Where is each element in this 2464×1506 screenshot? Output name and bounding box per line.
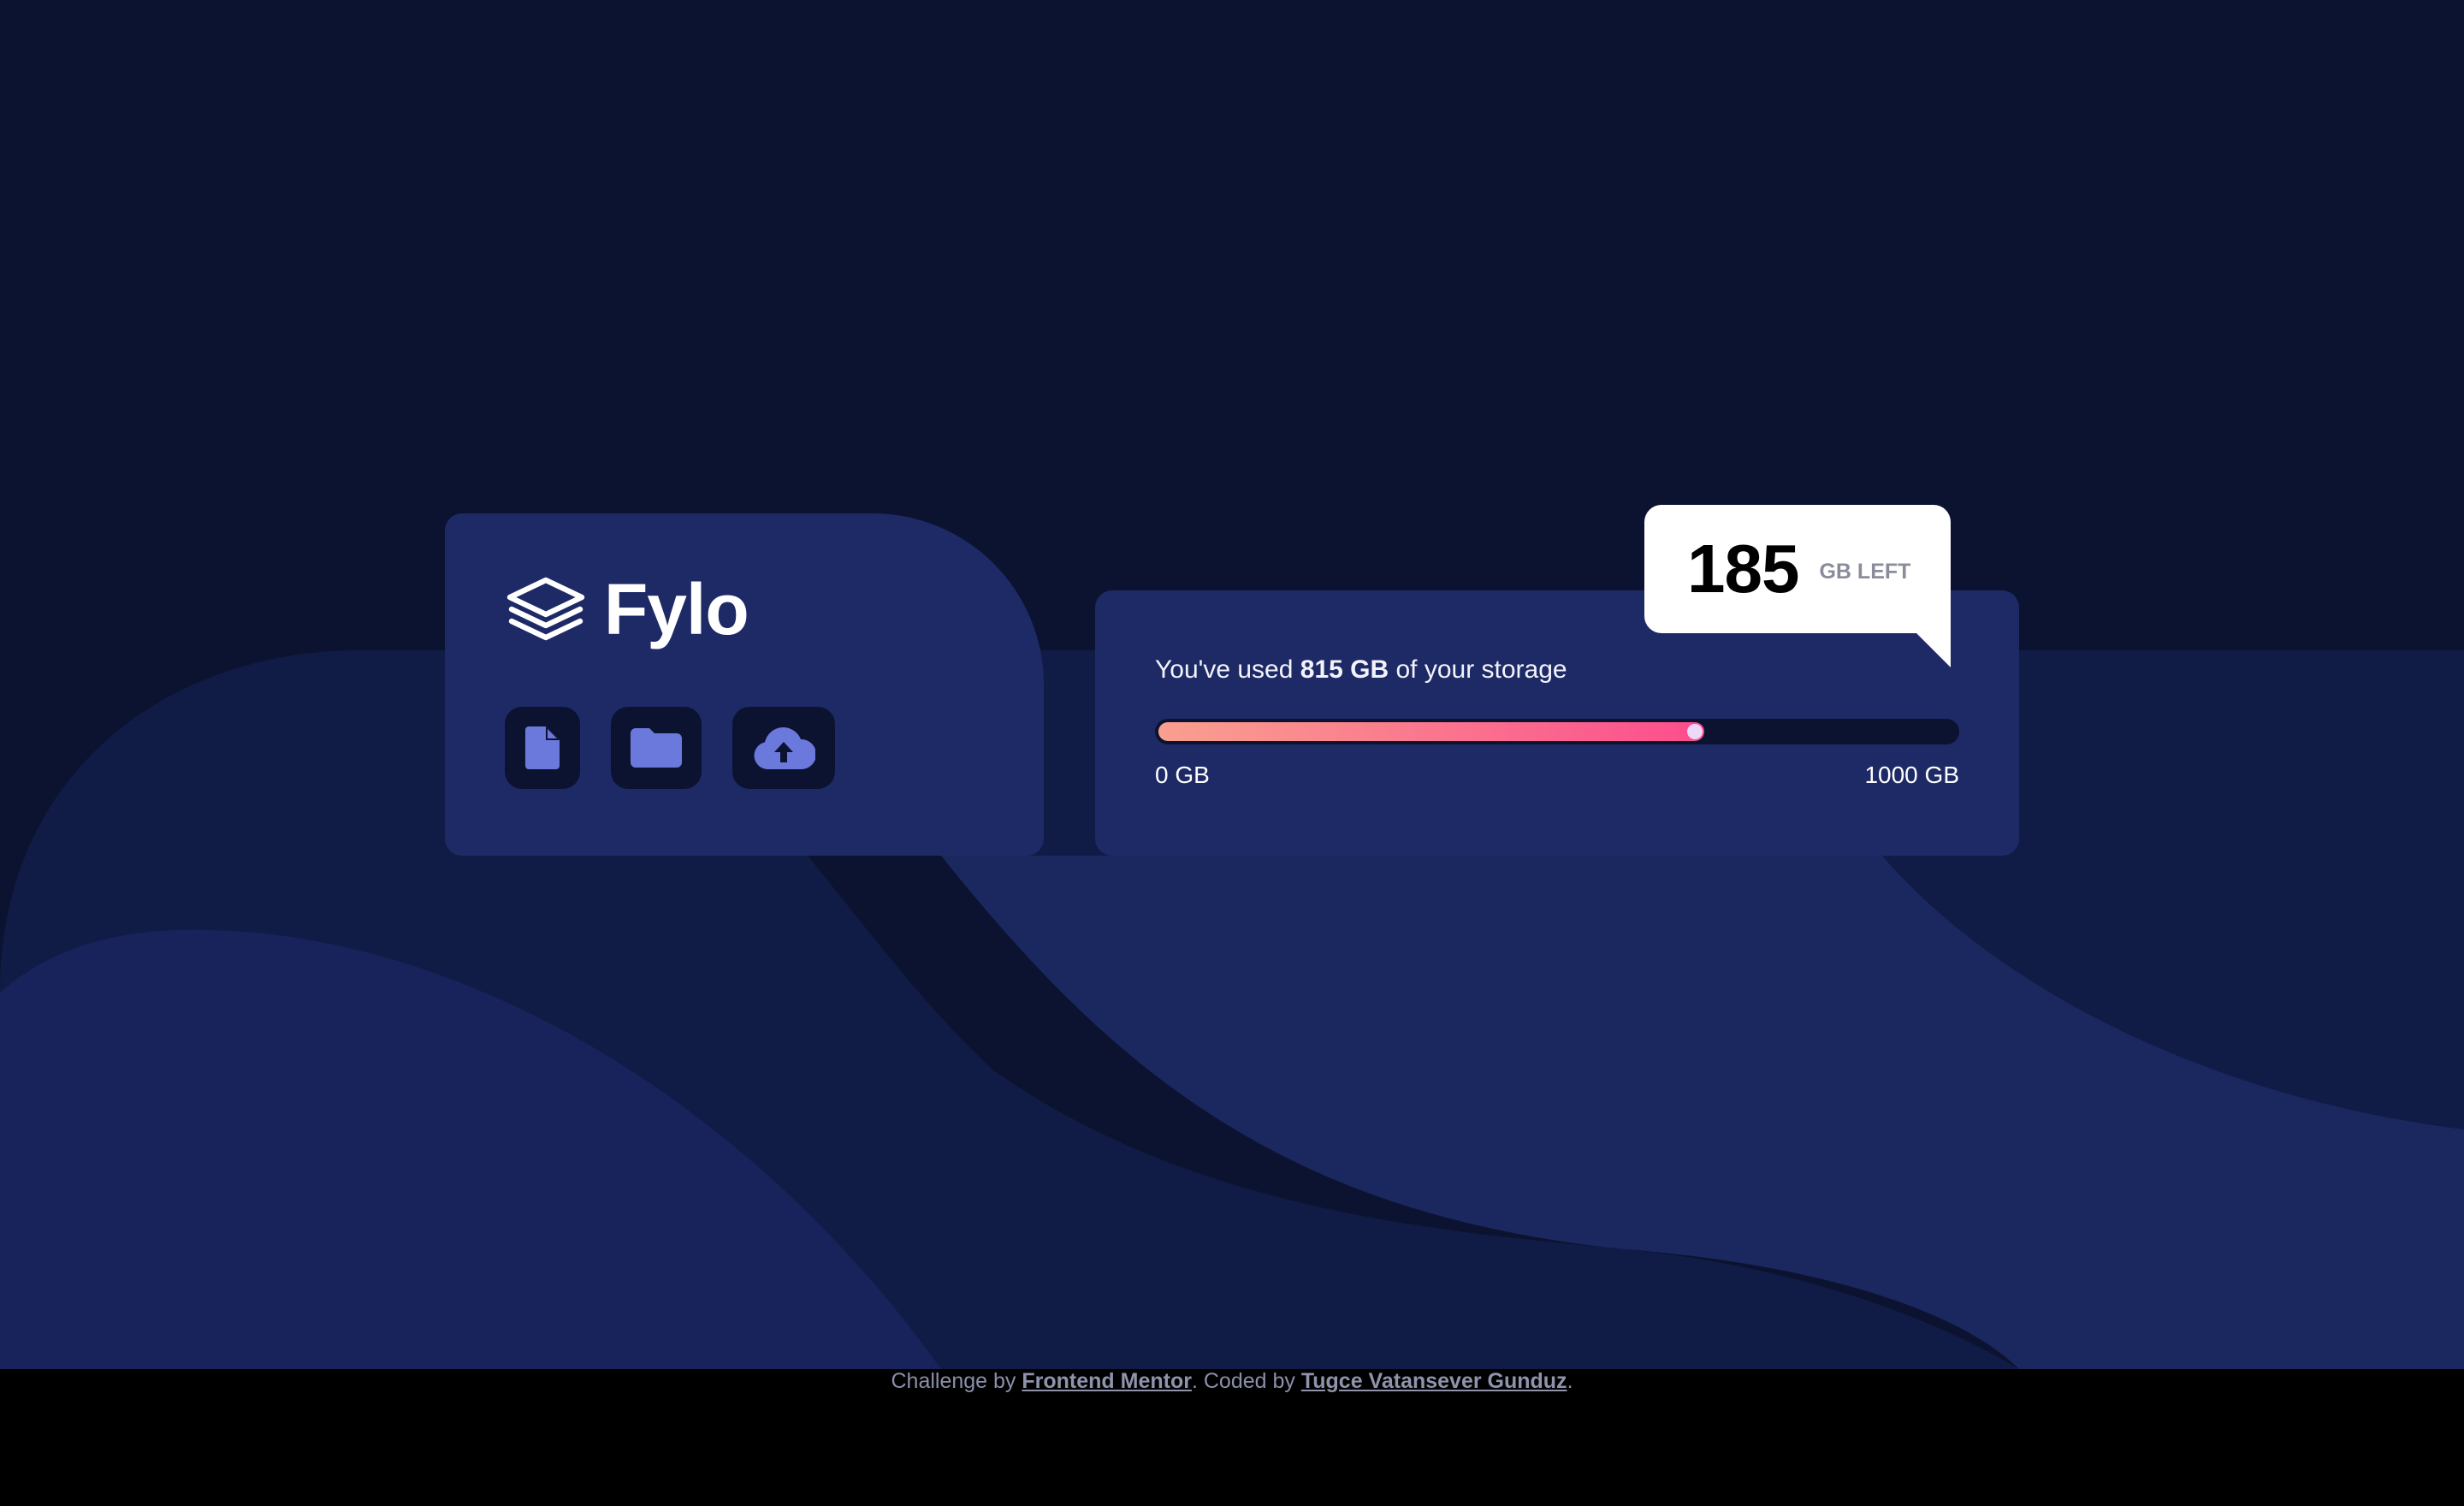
storage-meter <box>1155 719 1959 744</box>
folder-icon <box>631 728 682 768</box>
upload-button[interactable] <box>732 707 835 789</box>
storage-meter-fill <box>1158 722 1704 741</box>
remaining-value: 185 <box>1687 531 1799 607</box>
attribution: Challenge by Frontend Mentor. Coded by T… <box>0 1369 2464 1393</box>
logo: Fylo <box>505 573 749 645</box>
logo-text: Fylo <box>604 569 749 649</box>
cloud-upload-icon <box>754 727 815 769</box>
usage-prefix: You've used <box>1155 655 1300 684</box>
frontend-mentor-link[interactable]: Frontend Mentor <box>1022 1369 1192 1393</box>
usage-text: You've used 815 GB of your storage <box>1155 655 1567 685</box>
usage-amount: 815 GB <box>1300 655 1389 684</box>
author-link[interactable]: Tugce Vatansever Gunduz <box>1301 1369 1567 1393</box>
document-icon <box>525 726 560 769</box>
attribution-text: Challenge by <box>891 1369 1022 1393</box>
attribution-text: . <box>1567 1369 1573 1393</box>
bubble-tail <box>1916 633 1951 667</box>
remaining-label: GB LEFT <box>1819 559 1911 584</box>
tool-buttons <box>505 707 835 789</box>
document-button[interactable] <box>505 707 580 789</box>
storage-meter-knob <box>1687 724 1703 739</box>
stacked-layers-icon <box>506 577 585 641</box>
folder-button[interactable] <box>611 707 702 789</box>
remaining-bubble: 185 GB LEFT <box>1644 505 1951 667</box>
usage-suffix: of your storage <box>1389 655 1567 684</box>
brand-card: Fylo <box>445 513 1044 856</box>
meter-min-label: 0 GB <box>1155 762 1210 788</box>
meter-max-label: 1000 GB <box>1864 762 1959 788</box>
attribution-text: . Coded by <box>1191 1369 1301 1393</box>
